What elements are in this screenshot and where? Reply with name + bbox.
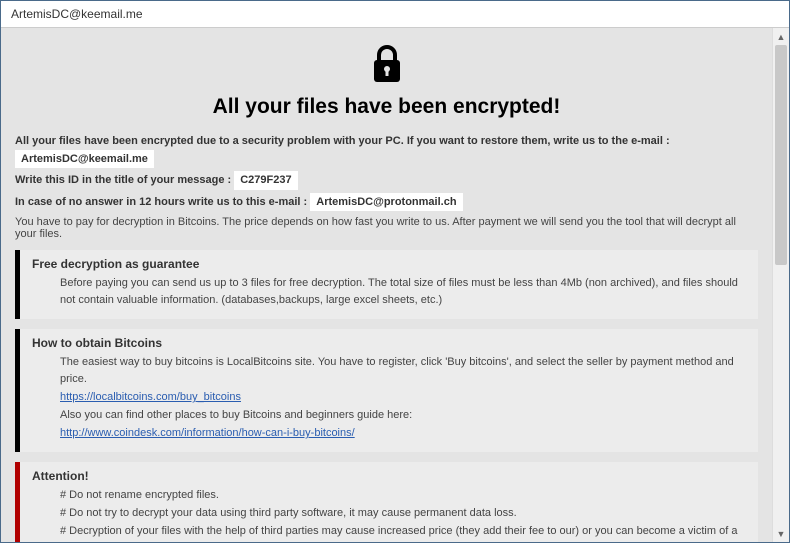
link-coindesk[interactable]: http://www.coindesk.com/information/how-… — [60, 427, 355, 439]
intro-text-1: All your files have been encrypted due t… — [15, 135, 670, 147]
email-secondary: ArtemisDC@protonmail.ch — [310, 193, 462, 212]
scroll-up-arrow-icon[interactable]: ▲ — [773, 28, 789, 45]
section-guarantee-body: Before paying you can send us up to 3 fi… — [32, 275, 746, 309]
intro-text-2: Write this ID in the title of your messa… — [15, 174, 231, 186]
intro-text-3: In case of no answer in 12 hours write u… — [15, 196, 307, 208]
bitcoins-text-2: Also you can find other places to buy Bi… — [60, 407, 746, 424]
email-primary: ArtemisDC@keemail.me — [15, 150, 154, 169]
section-attention-body: # Do not rename encrypted files. # Do no… — [32, 487, 746, 542]
message-id: C279F237 — [234, 171, 297, 190]
ransom-window: ArtemisDC@keemail.me All your files have… — [0, 0, 790, 543]
scroll-thumb[interactable] — [775, 45, 787, 265]
attention-item-1: # Do not rename encrypted files. — [60, 487, 746, 504]
intro-line-1: All your files have been encrypted due t… — [15, 133, 758, 168]
lock-icon — [370, 44, 404, 87]
intro-line-2: Write this ID in the title of your messa… — [15, 171, 758, 190]
main-heading: All your files have been encrypted! — [15, 95, 758, 119]
link-localbitcoins[interactable]: https://localbitcoins.com/buy_bitcoins — [60, 391, 241, 403]
titlebar: ArtemisDC@keemail.me — [1, 1, 789, 28]
content-area: All your files have been encrypted! All … — [1, 28, 772, 542]
section-guarantee: Free decryption as guarantee Before payi… — [15, 250, 758, 319]
section-bitcoins: How to obtain Bitcoins The easiest way t… — [15, 329, 758, 452]
lock-wrap — [15, 44, 758, 87]
payment-info: You have to pay for decryption in Bitcoi… — [15, 216, 758, 240]
section-attention-title: Attention! — [32, 469, 746, 483]
content-wrap: All your files have been encrypted! All … — [1, 28, 789, 542]
guarantee-text: Before paying you can send us up to 3 fi… — [60, 275, 746, 309]
section-guarantee-title: Free decryption as guarantee — [32, 257, 746, 271]
titlebar-text: ArtemisDC@keemail.me — [11, 7, 143, 21]
attention-item-2: # Do not try to decrypt your data using … — [60, 505, 746, 522]
intro-line-3: In case of no answer in 12 hours write u… — [15, 193, 758, 212]
section-bitcoins-body: The easiest way to buy bitcoins is Local… — [32, 354, 746, 442]
bitcoins-text-1: The easiest way to buy bitcoins is Local… — [60, 354, 746, 388]
section-attention: Attention! # Do not rename encrypted fil… — [15, 462, 758, 542]
attention-item-3: # Decryption of your files with the help… — [60, 523, 746, 542]
section-bitcoins-title: How to obtain Bitcoins — [32, 336, 746, 350]
scroll-down-arrow-icon[interactable]: ▼ — [773, 525, 789, 542]
vertical-scrollbar[interactable]: ▲ ▼ — [772, 28, 789, 542]
